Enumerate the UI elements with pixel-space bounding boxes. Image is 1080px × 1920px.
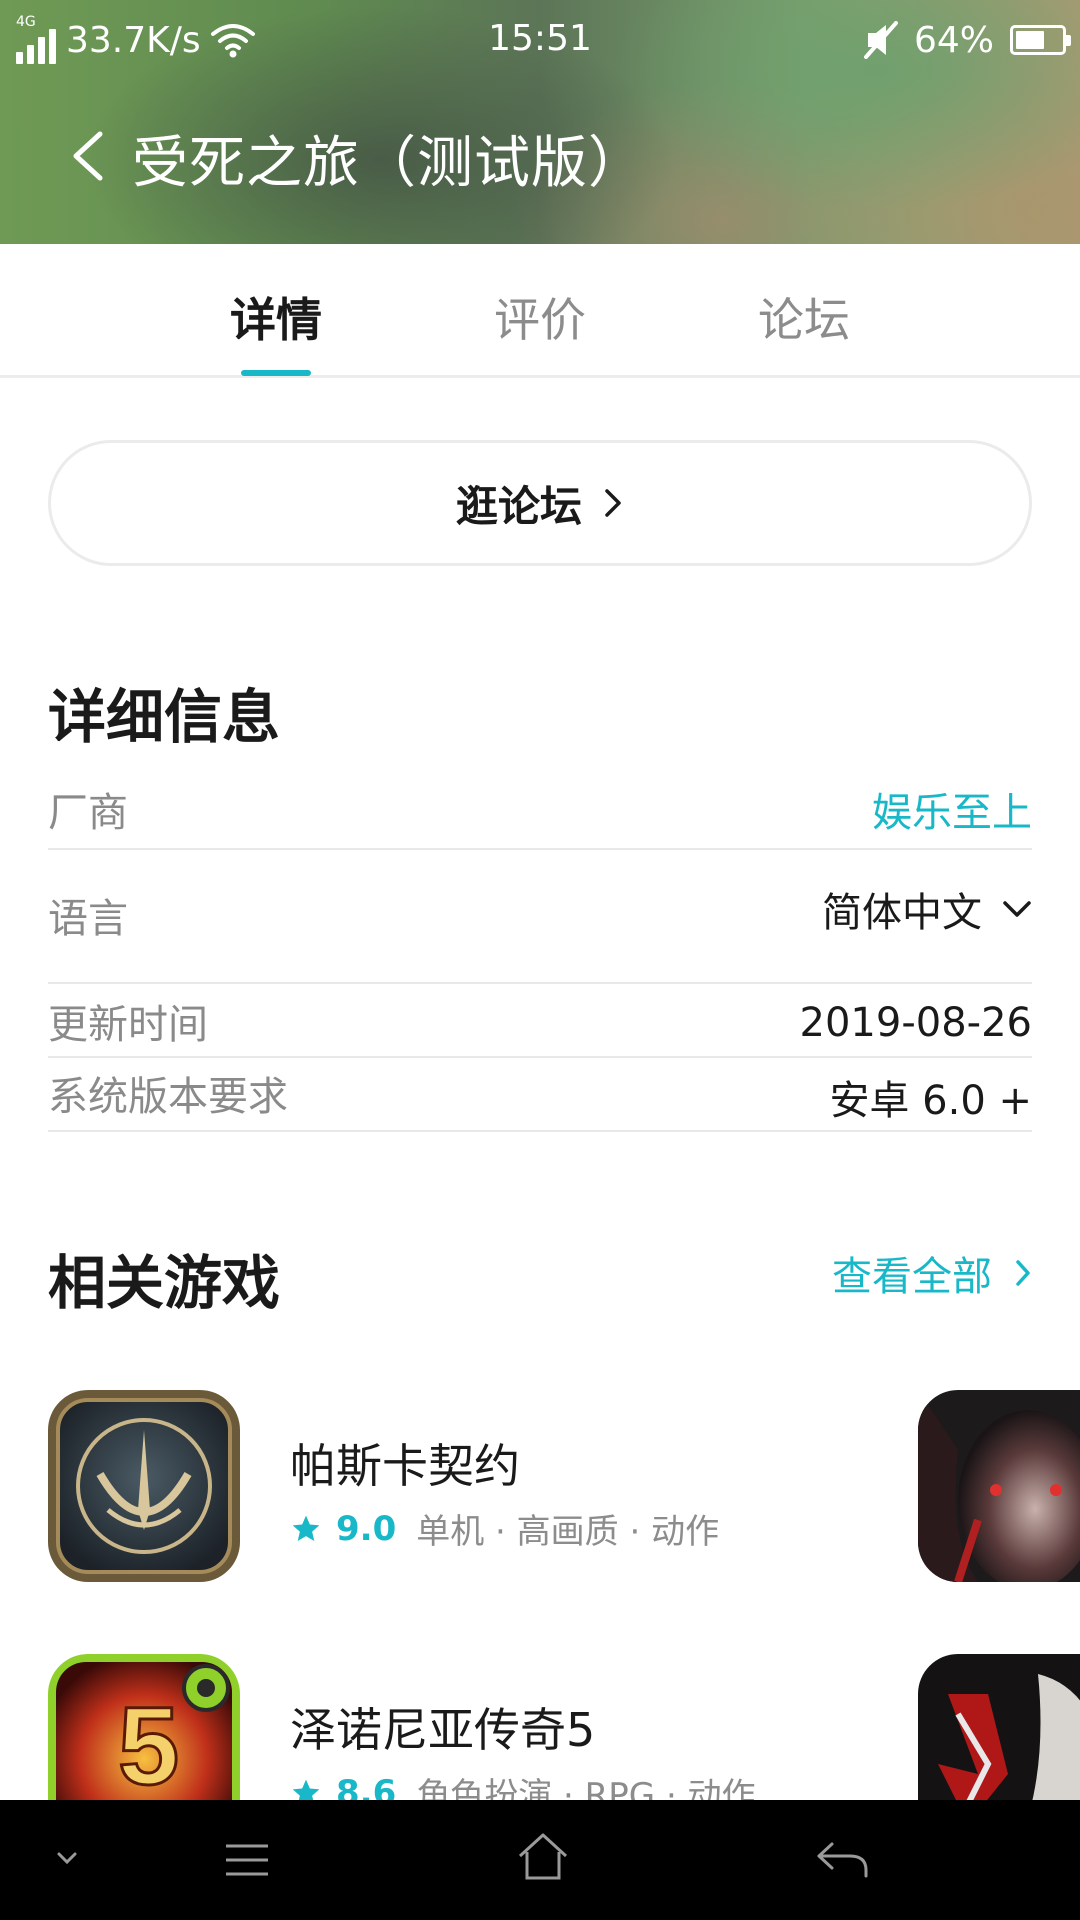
title-bar: 受死之旅（测试版）: [0, 100, 1080, 210]
game-screenshot-thumb[interactable]: [918, 1390, 1080, 1582]
os-requirement-value-text: 安卓 6.0 +: [829, 1078, 1032, 1124]
update-time-value-text: 2019-08-26: [799, 1000, 1032, 1046]
tab-forum[interactable]: 论坛: [724, 284, 884, 350]
back-icon[interactable]: [814, 1838, 870, 1882]
chevron-right-icon: [605, 489, 621, 517]
game-rating: 9.0: [336, 1508, 397, 1549]
os-requirement-value: 安卓 6.0 +: [829, 1068, 1032, 1126]
vendor-label: 厂商: [48, 790, 128, 836]
language-value-text: 简体中文: [822, 890, 982, 936]
chevron-down-icon: [1003, 901, 1031, 917]
detail-row-update-time: 更新时间 2019-08-26: [48, 984, 1032, 1058]
chevron-right-icon: [1016, 1260, 1030, 1286]
language-value[interactable]: 简体中文: [822, 880, 1032, 938]
system-nav-bar: [0, 1800, 1080, 1920]
back-arrow-icon[interactable]: [62, 126, 116, 186]
detail-row-language[interactable]: 语言 简体中文: [48, 850, 1032, 984]
language-label: 语言: [48, 896, 128, 942]
game-meta: 9.0 单机 · 高画质 · 动作: [290, 1504, 719, 1553]
game-name: 泽诺尼亚传奇5: [290, 1703, 596, 1757]
star-icon: [292, 1515, 320, 1541]
svg-text:5: 5: [118, 1685, 179, 1808]
game-icon: [48, 1390, 240, 1582]
app-header: 4G 33.7K/s 15:51 64% 受死之旅（测试版）: [0, 0, 1080, 244]
vendor-value-text: 娱乐至上: [872, 790, 1032, 836]
collapse-icon[interactable]: [54, 1848, 80, 1868]
related-section-title: 相关游戏: [48, 1249, 281, 1317]
tab-details[interactable]: 详情: [196, 284, 356, 350]
page-title: 受死之旅（测试版）: [132, 131, 645, 196]
update-time-label: 更新时间: [48, 1002, 208, 1048]
detail-row-vendor: 厂商 娱乐至上: [48, 770, 1032, 850]
view-all-link[interactable]: 查看全部: [832, 1244, 1032, 1302]
browse-forum-button[interactable]: 逛论坛: [48, 440, 1032, 566]
battery-icon: [1010, 25, 1071, 55]
view-all-label: 查看全部: [832, 1254, 992, 1300]
battery-fill: [1016, 31, 1044, 49]
tab-active-indicator: [241, 370, 311, 376]
home-icon[interactable]: [516, 1830, 570, 1884]
game-list-item[interactable]: 帕斯卡契约 9.0 单机 · 高画质 · 动作: [48, 1390, 1080, 1584]
battery-percent: 64%: [913, 19, 994, 61]
game-tags: 单机 · 高画质 · 动作: [416, 1512, 720, 1552]
detail-row-os-requirement: 系统版本要求 安卓 6.0 +: [48, 1058, 1032, 1132]
game-name: 帕斯卡契约: [290, 1439, 520, 1493]
tab-reviews[interactable]: 评价: [460, 284, 620, 350]
update-time-value: 2019-08-26: [800, 1000, 1032, 1046]
tab-bar: 详情 评价 论坛: [0, 244, 1080, 378]
status-right: 64%: [863, 16, 1071, 64]
details-section-title: 详细信息: [48, 683, 281, 751]
status-bar: 4G 33.7K/s 15:51 64%: [0, 0, 1080, 80]
browse-forum-label: 逛论坛: [455, 481, 582, 531]
vendor-value[interactable]: 娱乐至上: [872, 780, 1032, 838]
menu-icon[interactable]: [222, 1840, 272, 1880]
mute-icon: [863, 21, 898, 59]
os-requirement-label: 系统版本要求: [48, 1074, 288, 1120]
